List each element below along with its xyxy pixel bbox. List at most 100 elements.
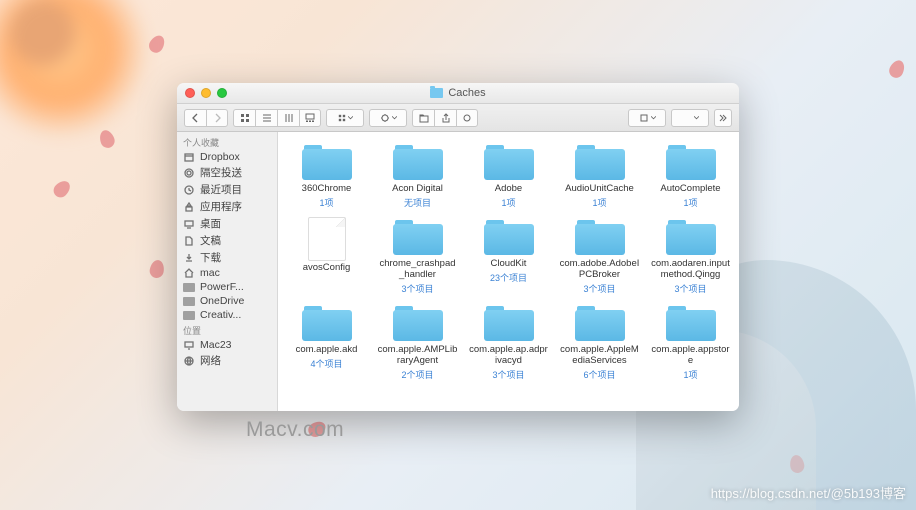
folder-icon	[573, 142, 627, 182]
window-title: Caches	[177, 87, 739, 99]
item-subtitle: 2个项目	[401, 368, 433, 381]
file-item[interactable]: 360Chrome1项	[282, 140, 371, 215]
sidebar-item-mac23[interactable]: Mac23	[177, 338, 277, 352]
forward-button[interactable]	[206, 109, 228, 127]
item-subtitle: 1项	[319, 196, 333, 209]
item-name: com.apple.ap.adprivacyd	[469, 345, 549, 367]
item-name: com.apple.AppleMediaServices	[560, 345, 640, 367]
file-item[interactable]: com.apple.ap.adprivacyd3个项目	[464, 301, 553, 387]
item-subtitle: 1项	[501, 196, 515, 209]
toolbar-overflow[interactable]	[714, 109, 732, 127]
watermark-bottom-right: https://blog.csdn.net/@5b193博客	[711, 483, 906, 502]
dropdown-1[interactable]	[628, 109, 666, 127]
sidebar-item-mac[interactable]: mac	[177, 266, 277, 280]
share-button[interactable]	[434, 109, 456, 127]
file-item[interactable]: Adobe1项	[464, 140, 553, 215]
sidebar-item-label: mac	[200, 267, 220, 279]
folder-icon	[482, 142, 536, 182]
item-name: CloudKit	[491, 259, 527, 270]
action-button[interactable]	[369, 109, 407, 127]
content-area[interactable]: 360Chrome1项Acon Digital无项目Adobe1项AudioUn…	[278, 132, 739, 411]
file-item[interactable]: com.apple.AMPLibraryAgent2个项目	[373, 301, 462, 387]
sidebar: 个人收藏 Dropbox 隔空投送最近项目应用程序桌面文稿下载 mac PowerF.…	[177, 132, 278, 411]
minimize-button[interactable]	[201, 88, 211, 98]
group-button[interactable]	[326, 109, 364, 127]
file-icon	[308, 217, 346, 261]
sidebar-favorites-header: 个人收藏	[177, 134, 277, 150]
view-column-button[interactable]	[277, 109, 299, 127]
item-name: AutoComplete	[660, 184, 720, 195]
zoom-button[interactable]	[217, 88, 227, 98]
folder-icon	[430, 88, 443, 98]
file-item[interactable]: chrome_crashpad_handler3个项目	[373, 215, 462, 301]
item-name: com.aodaren.inputmethod.Qingg	[651, 259, 731, 281]
item-subtitle: 4个项目	[310, 357, 342, 370]
dropdown-2[interactable]	[671, 109, 709, 127]
sidebar-item-label: 网络	[200, 353, 221, 368]
sidebar-item-creativ-[interactable]: Creativ...	[177, 308, 277, 322]
sidebar-item-dropbox[interactable]: Dropbox	[177, 150, 277, 164]
file-item[interactable]: avosConfig	[282, 215, 371, 301]
sidebar-item-label: Mac23	[200, 339, 232, 351]
sidebar-item-label: 文稿	[200, 233, 221, 248]
sidebar-item-onedrive[interactable]: OneDrive	[177, 294, 277, 308]
file-item[interactable]: com.adobe.AdobeIPCBroker3个项目	[555, 215, 644, 301]
folder-icon	[391, 303, 445, 343]
folder-icon	[300, 303, 354, 343]
title-text: Caches	[448, 87, 485, 99]
back-button[interactable]	[184, 109, 206, 127]
folder-icon	[482, 217, 536, 257]
file-item[interactable]: CloudKit23个项目	[464, 215, 553, 301]
file-item[interactable]: Acon Digital无项目	[373, 140, 462, 215]
item-subtitle: 1项	[592, 196, 606, 209]
folder-icon	[573, 303, 627, 343]
file-item[interactable]: AudioUnitCache1项	[555, 140, 644, 215]
tags-button[interactable]	[456, 109, 478, 127]
sidebar-item-powerf-[interactable]: PowerF...	[177, 280, 277, 294]
finder-window: Caches 个人收藏 Dropbox 隔空投送最近项目应用程序桌面文稿下载 mac…	[177, 83, 739, 411]
toolbar	[177, 104, 739, 132]
item-name: 360Chrome	[302, 184, 352, 195]
folder-icon	[664, 142, 718, 182]
view-gallery-button[interactable]	[299, 109, 321, 127]
item-name: chrome_crashpad_handler	[378, 259, 458, 281]
sidebar-item-label: 应用程序	[200, 199, 242, 214]
sidebar-item-label: 下载	[200, 250, 221, 265]
file-item[interactable]: AutoComplete1项	[646, 140, 735, 215]
sidebar-item-label: Dropbox	[200, 151, 240, 163]
item-name: Adobe	[495, 184, 522, 195]
sidebar-item-label: PowerF...	[200, 281, 244, 293]
titlebar[interactable]: Caches	[177, 83, 739, 104]
watermark-center: Macv.com	[246, 418, 344, 442]
sidebar-item--[interactable]: 应用程序	[177, 198, 277, 215]
sidebar-item-label: 隔空投送	[200, 165, 242, 180]
sidebar-item--[interactable]: 最近项目	[177, 181, 277, 198]
folder-icon	[391, 217, 445, 257]
sidebar-item--[interactable]: 桌面	[177, 215, 277, 232]
view-list-button[interactable]	[255, 109, 277, 127]
file-item[interactable]: com.apple.akd4个项目	[282, 301, 371, 387]
item-subtitle: 3个项目	[401, 282, 433, 295]
sidebar-locations-header: 位置	[177, 322, 277, 338]
item-subtitle: 3个项目	[583, 282, 615, 295]
item-name: com.adobe.AdobeIPCBroker	[560, 259, 640, 281]
folder-icon	[664, 303, 718, 343]
sidebar-item--[interactable]: 网络	[177, 352, 277, 369]
sidebar-item-label: Creativ...	[200, 309, 241, 321]
item-name: AudioUnitCache	[565, 184, 634, 195]
view-icon-button[interactable]	[233, 109, 255, 127]
new-folder-button[interactable]	[412, 109, 434, 127]
item-subtitle: 1项	[683, 368, 697, 381]
folder-icon	[300, 142, 354, 182]
file-item[interactable]: com.apple.AppleMediaServices6个项目	[555, 301, 644, 387]
sidebar-item--[interactable]: 隔空投送	[177, 164, 277, 181]
close-button[interactable]	[185, 88, 195, 98]
folder-icon	[573, 217, 627, 257]
file-item[interactable]: com.aodaren.inputmethod.Qingg3个项目	[646, 215, 735, 301]
folder-icon	[391, 142, 445, 182]
folder-icon	[664, 217, 718, 257]
sidebar-item-label: 最近项目	[200, 182, 242, 197]
sidebar-item--[interactable]: 下载	[177, 249, 277, 266]
file-item[interactable]: com.apple.appstore1项	[646, 301, 735, 387]
sidebar-item--[interactable]: 文稿	[177, 232, 277, 249]
